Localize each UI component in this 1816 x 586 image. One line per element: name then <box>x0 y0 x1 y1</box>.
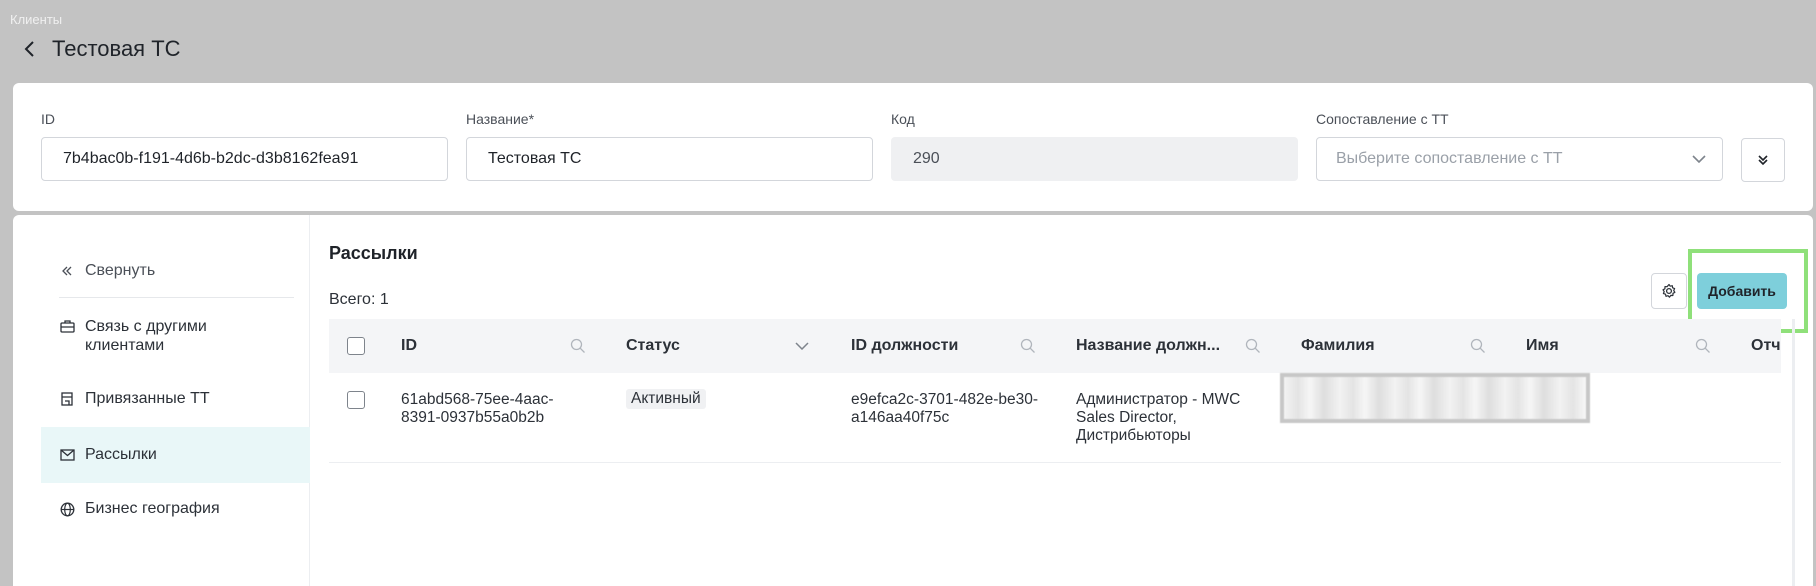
column-patronymic[interactable]: Отч <box>1751 319 1781 373</box>
column-id[interactable]: ID <box>401 319 417 373</box>
chevron-down-icon[interactable] <box>793 336 811 356</box>
sidebar-item-label: Связь с другими клиентами <box>85 318 207 354</box>
chevron-down-icon <box>1692 155 1706 163</box>
column-first-name[interactable]: Имя <box>1526 319 1559 373</box>
page-title: Тестовая ТС <box>52 36 181 61</box>
name-field-label: Название* <box>466 111 535 127</box>
search-icon[interactable] <box>569 336 587 356</box>
search-icon[interactable] <box>1469 336 1487 356</box>
code-field-label: Код <box>891 111 915 127</box>
column-last-name[interactable]: Фамилия <box>1301 319 1375 373</box>
mailings-table: ID Статус ID должности Название должн...… <box>329 319 1781 463</box>
select-all-checkbox[interactable] <box>347 337 365 355</box>
redacted-name-cell <box>1280 373 1590 423</box>
sidebar: Свернуть Связь с другими клиентами Привя… <box>13 215 310 586</box>
sidebar-item-linked-tt[interactable]: Привязанные ТТ <box>41 390 310 414</box>
table-header: ID Статус ID должности Название должн...… <box>329 319 1781 373</box>
globe-icon <box>59 500 75 518</box>
main-card: Свернуть Связь с другими клиентами Привя… <box>13 215 1813 586</box>
sidebar-collapse[interactable]: Свернуть <box>41 262 310 284</box>
row-status: Активный <box>626 389 706 409</box>
briefcase-icon <box>59 317 75 335</box>
mapping-placeholder: Выберите сопоставление с ТТ <box>1336 150 1563 167</box>
add-button[interactable]: Добавить <box>1697 273 1787 309</box>
mailings-section: Рассылки Всего: 1 Добавить ID Статус ID … <box>329 215 1813 586</box>
row-id: 61abd568-75ee-4aac-8391-0937b55a0b2b <box>401 391 554 426</box>
expand-button[interactable] <box>1741 138 1785 182</box>
sidebar-item-label: Привязанные ТТ <box>85 390 210 407</box>
mail-icon <box>59 446 75 464</box>
name-field: Название* Тестовая ТС <box>466 111 873 181</box>
code-field: Код 290 <box>891 111 1298 181</box>
sidebar-item-business-geo[interactable]: Бизнес география <box>41 500 310 524</box>
gear-icon <box>1662 283 1676 298</box>
select-all-checkbox-cell <box>347 319 365 373</box>
row-checkbox[interactable] <box>347 391 365 409</box>
double-chevron-down-icon <box>1758 155 1768 166</box>
client-details-card: ID 7b4bac0b-f191-4d6b-b2dc-d3b8162fea91 … <box>13 83 1813 211</box>
search-icon[interactable] <box>1019 336 1037 356</box>
search-icon[interactable] <box>1694 336 1712 356</box>
name-input[interactable]: Тестовая ТС <box>466 137 873 181</box>
table-row[interactable]: 61abd568-75ee-4aac-8391-0937b55a0b2b Акт… <box>329 373 1781 463</box>
id-field: ID 7b4bac0b-f191-4d6b-b2dc-d3b8162fea91 <box>41 111 448 181</box>
store-icon <box>59 390 75 408</box>
id-field-label: ID <box>41 111 55 127</box>
table-settings-button[interactable] <box>1651 273 1687 309</box>
row-checkbox-cell <box>347 391 365 409</box>
code-input: 290 <box>891 137 1298 181</box>
chevron-left-icon <box>24 41 34 57</box>
column-position-id[interactable]: ID должности <box>851 319 958 373</box>
mapping-select[interactable]: Выберите сопоставление с ТТ <box>1316 137 1723 181</box>
mapping-field: Сопоставление с ТТ Выберите сопоставлени… <box>1316 111 1723 181</box>
sidebar-item-mailings[interactable]: Рассылки <box>41 427 310 483</box>
column-status[interactable]: Статус <box>626 319 680 373</box>
column-position-name[interactable]: Название должн... <box>1076 319 1220 373</box>
id-input[interactable]: 7b4bac0b-f191-4d6b-b2dc-d3b8162fea91 <box>41 137 448 181</box>
sidebar-divider <box>59 297 294 298</box>
double-chevron-left-icon <box>59 262 75 280</box>
sidebar-item-client-links[interactable]: Связь с другими клиентами <box>41 317 310 357</box>
section-title: Рассылки <box>329 243 418 263</box>
status-badge: Активный <box>626 389 706 409</box>
mapping-field-label: Сопоставление с ТТ <box>1316 111 1449 127</box>
table-right-edge <box>1792 319 1795 586</box>
page-header: Тестовая ТС <box>18 36 181 62</box>
row-position-name: Администратор - MWC Sales Director, Дист… <box>1076 391 1241 444</box>
sidebar-collapse-label: Свернуть <box>85 262 156 279</box>
back-button[interactable] <box>18 37 40 61</box>
total-count: Всего: 1 <box>329 291 389 308</box>
sidebar-item-label: Рассылки <box>85 446 157 463</box>
breadcrumb[interactable]: Клиенты <box>10 12 62 27</box>
row-position-id: e9efca2c-3701-482e-be30-a146aa40f75c <box>851 391 1038 426</box>
search-icon[interactable] <box>1244 336 1262 356</box>
sidebar-item-label: Бизнес география <box>85 500 220 517</box>
